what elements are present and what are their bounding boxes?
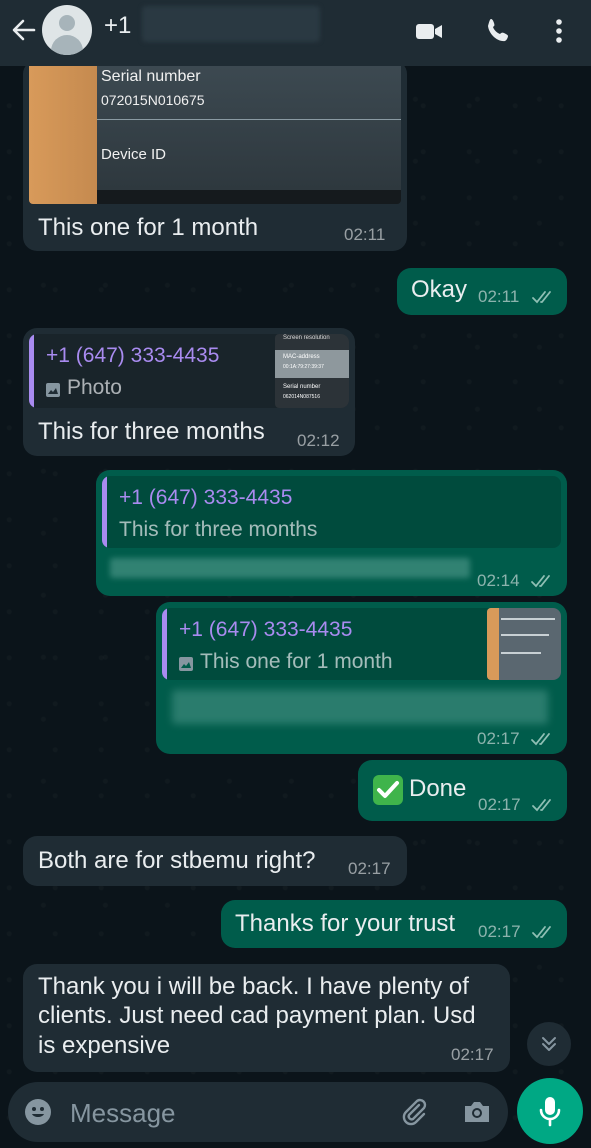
message-text: This one for 1 month: [38, 214, 259, 241]
outgoing-reply-message[interactable]: +1 (647) 333-4435 This one for 1 month 0…: [156, 602, 567, 754]
avatar[interactable]: [42, 5, 92, 55]
quote-text: This for three months: [119, 518, 318, 541]
voice-message-button[interactable]: [517, 1078, 583, 1144]
redacted-link: [172, 690, 548, 724]
microphone-icon: [539, 1097, 561, 1127]
quoted-message[interactable]: +1 (647) 333-4435 This for three months: [102, 476, 561, 548]
quote-sender: +1 (647) 333-4435: [119, 486, 293, 509]
message-line-2: clients. Just need cad payment plan. Usd: [38, 1002, 476, 1029]
message-time: 02:12: [297, 431, 340, 450]
message-text: Done: [409, 775, 467, 802]
scroll-to-bottom-button[interactable]: [527, 1022, 571, 1066]
read-ticks-icon: [531, 733, 550, 746]
attach-paperclip-icon[interactable]: [398, 1096, 430, 1128]
message-input[interactable]: Message: [70, 1098, 176, 1129]
device-id-label: Device ID: [101, 146, 167, 163]
message-line-1: Thank you i will be back. I have plenty …: [38, 973, 469, 1000]
outgoing-reply-message[interactable]: +1 (647) 333-4435 This for three months …: [96, 470, 567, 596]
read-ticks-icon: [532, 799, 551, 812]
redacted-link: [110, 558, 470, 578]
quote-thumbnail: [487, 608, 561, 680]
message-input-bar: Message: [8, 1082, 508, 1142]
read-ticks-icon: [531, 575, 550, 588]
message-text: Okay: [411, 276, 468, 303]
contact-name[interactable]: +1: [104, 12, 131, 40]
message-time: 02:17: [478, 795, 521, 814]
more-options-icon[interactable]: [542, 14, 576, 48]
phone-call-icon[interactable]: [482, 14, 516, 48]
double-chevron-down-icon: [542, 1037, 556, 1051]
quote-thumbnail: Screen resolution MAC-address 00:1A:79:2…: [275, 334, 349, 408]
serial-value: 072015N010675: [101, 92, 205, 108]
photo-icon: [46, 383, 60, 397]
incoming-image-message[interactable]: Serial number 072015N010675 Device ID Th…: [23, 60, 407, 251]
quote-text: This one for 1 month: [200, 650, 393, 673]
chat-header: +1: [0, 0, 591, 66]
message-text: This for three months: [38, 418, 265, 445]
incoming-reply-message[interactable]: +1 (647) 333-4435 Photo Screen resolutio…: [23, 328, 355, 456]
message-time: 02:17: [477, 729, 520, 748]
message-time: 02:11: [478, 287, 520, 306]
read-ticks-icon: [532, 291, 551, 304]
outgoing-message[interactable]: Thanks for your trust 02:17: [221, 900, 567, 948]
message-time: 02:14: [477, 571, 520, 590]
message-text: Both are for stbemu right?: [38, 847, 316, 874]
message-line-3: is expensive: [38, 1032, 171, 1059]
video-call-icon[interactable]: [412, 14, 446, 48]
quote-text: Photo: [67, 376, 122, 399]
incoming-message[interactable]: Both are for stbemu right? 02:17: [23, 836, 407, 886]
message-time: 02:11: [344, 225, 386, 244]
outgoing-message[interactable]: Okay 02:11: [397, 268, 567, 315]
quote-sender: +1 (647) 333-4435: [46, 344, 220, 367]
message-text: Thanks for your trust: [235, 910, 456, 937]
read-ticks-icon: [532, 926, 551, 939]
photo-icon: [179, 657, 193, 671]
message-time: 02:17: [348, 859, 391, 878]
message-time: 02:17: [451, 1045, 494, 1064]
camera-icon[interactable]: [462, 1098, 492, 1126]
serial-label: Serial number: [101, 68, 201, 85]
device-photo[interactable]: Serial number 072015N010675 Device ID: [29, 60, 401, 204]
quoted-message[interactable]: +1 (647) 333-4435 This one for 1 month: [162, 608, 561, 680]
redacted-name: [142, 6, 320, 42]
back-arrow-icon[interactable]: [8, 14, 40, 46]
emoji-icon[interactable]: [24, 1098, 52, 1126]
check-mark-emoji-icon: [373, 775, 403, 805]
outgoing-message[interactable]: Done 02:17: [358, 760, 567, 821]
message-time: 02:17: [478, 922, 521, 941]
quote-sender: +1 (647) 333-4435: [179, 618, 353, 641]
quoted-message[interactable]: +1 (647) 333-4435 Photo Screen resolutio…: [29, 334, 349, 408]
incoming-message[interactable]: Thank you i will be back. I have plenty …: [23, 964, 510, 1072]
